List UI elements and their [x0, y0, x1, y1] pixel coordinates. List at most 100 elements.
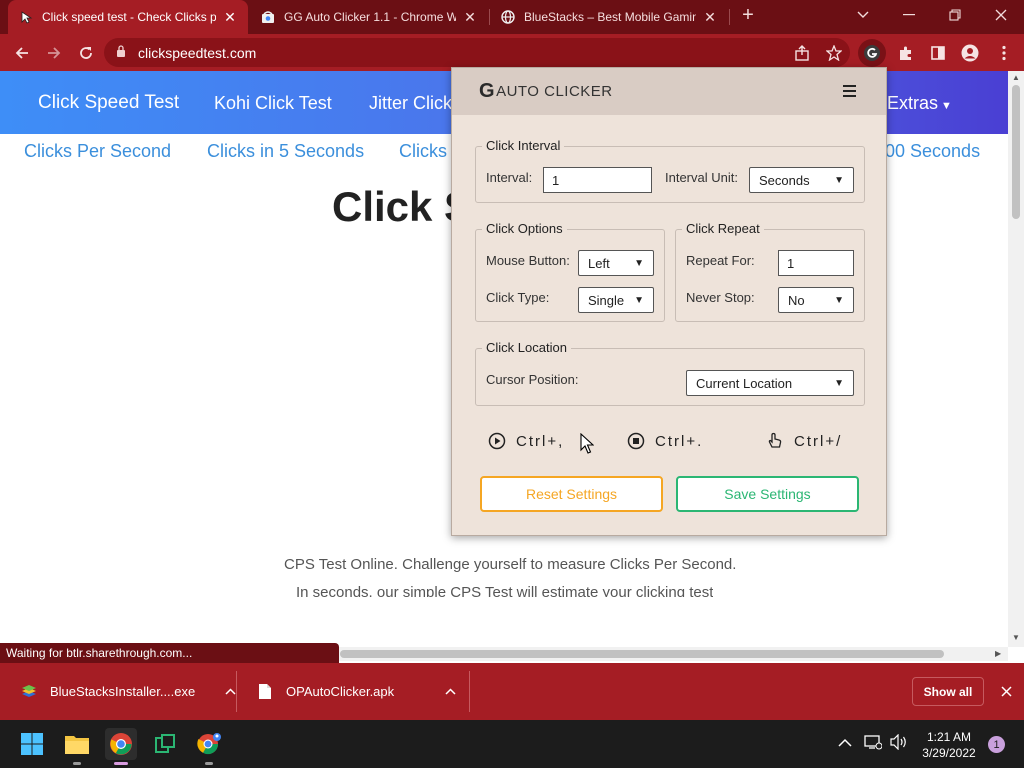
location-hotkey[interactable]: Ctrl+/	[766, 432, 842, 450]
click-type-value: Single	[588, 292, 625, 308]
profile-avatar-icon[interactable]	[956, 39, 984, 67]
horizontal-scrollbar-thumb[interactable]	[340, 650, 944, 658]
download-filename: BlueStacksInstaller....exe	[50, 684, 196, 699]
tab-separator	[729, 9, 730, 25]
hand-pointer-icon	[766, 432, 784, 450]
gg-auto-clicker-extension-icon[interactable]	[858, 39, 886, 67]
bookmark-star-icon[interactable]	[820, 39, 848, 67]
nav-extras-dropdown[interactable]: Extras ▼	[887, 93, 952, 114]
chevron-up-icon[interactable]	[225, 686, 236, 698]
close-download-shelf-icon[interactable]	[996, 681, 1016, 701]
reload-icon[interactable]	[72, 39, 100, 67]
repeat-for-input[interactable]	[778, 250, 854, 276]
chrome-taskbar-icon[interactable]	[105, 728, 137, 765]
hamburger-menu-icon[interactable]	[843, 81, 863, 101]
interval-input[interactable]	[543, 167, 652, 193]
interval-label: Interval:	[486, 170, 533, 185]
logo-g-mark: G	[479, 80, 496, 102]
terminal-app-icon[interactable]	[149, 728, 181, 760]
click-repeat-group: Click Repeat Repeat For: Never Stop: No ▼	[675, 221, 865, 322]
network-icon[interactable]	[864, 734, 883, 753]
click-interval-legend: Click Interval	[482, 138, 565, 153]
tab-gg-auto-clicker[interactable]: GG Auto Clicker 1.1 - Chrome Web Store ✕	[250, 0, 488, 34]
browser-toolbar: clickspeedtest.com	[0, 34, 1024, 71]
click-type-label: Click Type:	[486, 290, 550, 305]
status-bubble: Waiting for btlr.sharethrough.com...	[0, 643, 339, 663]
auto-clicker-popup: G AUTO CLICKER Click Interval Interval: …	[451, 67, 887, 536]
volume-icon[interactable]	[890, 733, 908, 753]
close-window-icon[interactable]	[978, 0, 1024, 30]
back-icon[interactable]	[8, 39, 36, 67]
tab-search-icon[interactable]	[840, 0, 886, 30]
scroll-right-arrow-icon[interactable]: ▶	[995, 649, 1001, 658]
file-explorer-icon[interactable]	[61, 728, 93, 765]
download-item-bluestacks[interactable]: BlueStacksInstaller....exe	[20, 663, 236, 720]
interval-unit-select[interactable]: Seconds ▼	[749, 167, 854, 193]
clock-date: 3/29/2022	[922, 746, 976, 760]
download-item-opautoclicker[interactable]: OPAutoClicker.apk	[256, 663, 456, 720]
chrome-store-icon	[260, 9, 276, 25]
close-tab-icon[interactable]: ✕	[462, 9, 478, 26]
tab-bluestacks[interactable]: BlueStacks – Best Mobile Gaming Platform…	[490, 0, 728, 34]
close-tab-icon[interactable]: ✕	[222, 9, 238, 26]
nav-jitter-click[interactable]: Jitter Click	[369, 93, 452, 114]
subnav-clicks[interactable]: Clicks	[399, 141, 447, 162]
nav-kohi-click-test[interactable]: Kohi Click Test	[214, 93, 332, 114]
nav-extras-label: Extras	[887, 93, 939, 113]
never-stop-select[interactable]: No ▼	[778, 287, 854, 313]
clock-time: 1:21 AM	[926, 730, 972, 744]
tab-strip: Click speed test - Check Clicks per Seco…	[0, 0, 1024, 34]
chevron-up-tray-icon[interactable]	[838, 734, 852, 750]
start-hotkey[interactable]: Ctrl+,	[488, 432, 564, 450]
click-location-group: Click Location Cursor Position: Current …	[475, 340, 865, 406]
cursor-position-select[interactable]: Current Location ▼	[686, 370, 854, 396]
minimize-icon[interactable]	[886, 0, 932, 30]
vertical-scrollbar[interactable]: ▲ ▼	[1008, 71, 1024, 647]
address-bar[interactable]: clickspeedtest.com	[104, 38, 850, 67]
repeat-for-label: Repeat For:	[686, 253, 755, 268]
tab-click-speed-test[interactable]: Click speed test - Check Clicks per Seco…	[8, 0, 248, 34]
running-indicator	[205, 762, 213, 765]
mouse-button-select[interactable]: Left ▼	[578, 250, 654, 276]
chevron-up-icon[interactable]	[445, 686, 456, 698]
show-all-downloads-button[interactable]: Show all	[912, 677, 984, 706]
restore-icon[interactable]	[932, 0, 978, 30]
bluestacks-icon	[20, 683, 38, 701]
notification-badge[interactable]: 1	[988, 736, 1005, 753]
subnav-clicks-per-second[interactable]: Clicks Per Second	[24, 141, 171, 162]
cursor-position-label: Cursor Position:	[486, 372, 579, 387]
chevron-down-icon: ▼	[634, 294, 644, 306]
scroll-down-arrow-icon[interactable]: ▼	[1012, 633, 1020, 642]
close-tab-icon[interactable]: ✕	[702, 9, 718, 26]
intro-text-line-1: CPS Test Online. Challenge yourself to m…	[284, 556, 737, 573]
stop-icon	[627, 432, 645, 450]
extensions-puzzle-icon[interactable]	[892, 39, 920, 67]
site-brand-link[interactable]: Click Speed Test	[38, 92, 179, 114]
windows-taskbar: 1:21 AM 3/29/2022 1	[0, 720, 1024, 768]
save-settings-button[interactable]: Save Settings	[676, 476, 859, 512]
forward-icon[interactable]	[40, 39, 68, 67]
vertical-scrollbar-thumb[interactable]	[1012, 85, 1020, 219]
popup-header: G AUTO CLICKER	[452, 68, 886, 115]
chrome-menu-icon[interactable]	[990, 39, 1018, 67]
chrome-profile-taskbar-icon[interactable]	[193, 728, 225, 765]
taskbar-clock[interactable]: 1:21 AM 3/29/2022	[918, 729, 980, 761]
subnav-seconds[interactable]: 00 Seconds	[885, 141, 980, 162]
reset-settings-button[interactable]: Reset Settings	[480, 476, 663, 512]
side-panel-icon[interactable]	[924, 39, 952, 67]
play-icon	[488, 432, 506, 450]
scroll-up-arrow-icon[interactable]: ▲	[1012, 73, 1020, 82]
windows-start-icon[interactable]	[16, 728, 48, 760]
mouse-button-label: Mouse Button:	[486, 253, 570, 268]
new-tab-button[interactable]: +	[734, 0, 762, 30]
caret-down-icon: ▼	[941, 100, 952, 112]
chevron-down-icon: ▼	[834, 377, 844, 389]
share-icon[interactable]	[788, 39, 816, 67]
interval-unit-label: Interval Unit:	[665, 170, 738, 185]
subnav-clicks-in-5-seconds[interactable]: Clicks in 5 Seconds	[207, 141, 364, 162]
click-location-legend: Click Location	[482, 340, 571, 355]
stop-hotkey[interactable]: Ctrl+.	[627, 432, 703, 450]
click-type-select[interactable]: Single ▼	[578, 287, 654, 313]
click-repeat-legend: Click Repeat	[682, 221, 764, 236]
never-stop-value: No	[788, 292, 805, 308]
